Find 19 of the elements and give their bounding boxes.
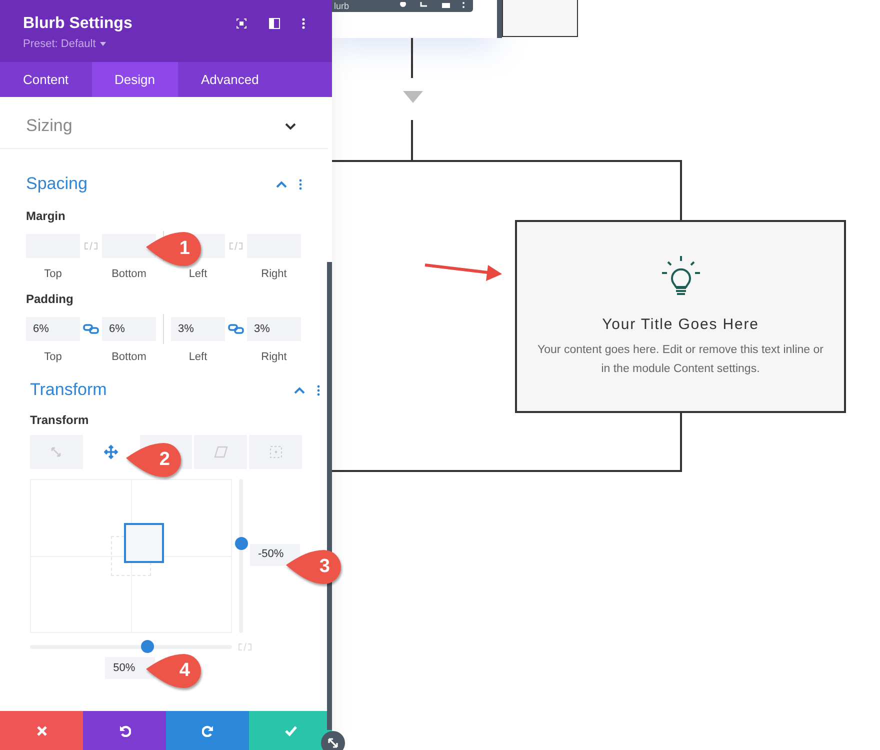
field-label: Bottom — [110, 350, 148, 364]
field-label: Left — [188, 350, 208, 364]
callout-tooltip: 1 — [146, 231, 204, 267]
field-group-label: Margin — [26, 208, 66, 225]
field-label: Top — [43, 350, 63, 364]
field-label: Top — [43, 267, 63, 282]
blurb-text: Your content goes here. Edit or remove this text inline or in the module Content settings. — [536, 342, 824, 376]
panel-title: Blurb Settings — [23, 14, 132, 34]
field-group-label: Padding — [26, 290, 74, 308]
callout-tooltip: 2 — [126, 442, 184, 478]
field-label: Right — [260, 267, 288, 282]
callout-tooltip: 4 — [146, 653, 204, 689]
blurb-title: Your Title Goes Here — [602, 315, 759, 335]
field-label: Left — [188, 267, 208, 282]
callout-tooltip: 3 — [286, 549, 344, 585]
field-group-label: Transform — [30, 412, 90, 429]
toolbar-label: lurb — [334, 2, 350, 10]
field-label: Bottom — [110, 267, 148, 282]
field-label: Right — [260, 350, 288, 364]
